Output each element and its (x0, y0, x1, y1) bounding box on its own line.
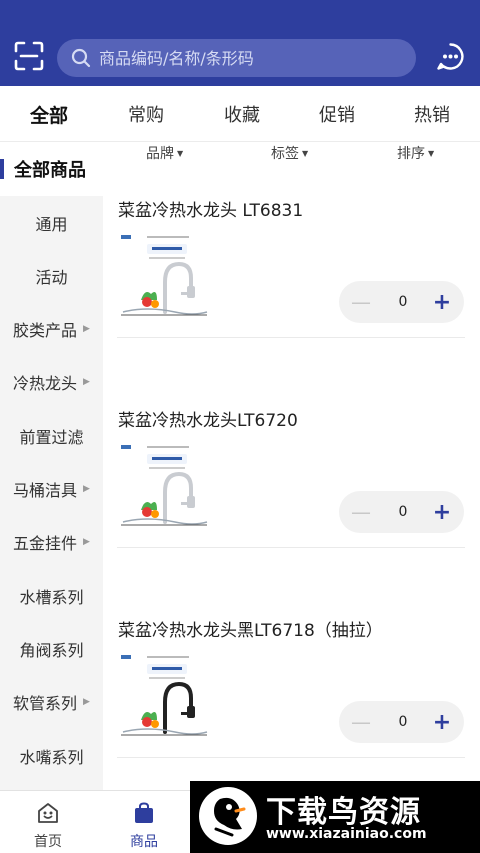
sidebar-item[interactable]: 软管系列 ▶ (0, 676, 103, 729)
sidebar-item[interactable]: 前置过滤 (0, 409, 103, 462)
chevron-right-icon: ▶ (83, 324, 90, 335)
search-icon (71, 48, 91, 68)
quantity-stepper: —0 + (339, 701, 464, 743)
sidebar-item-label: 活动 (35, 267, 68, 287)
quantity-value[interactable]: 0 (383, 281, 423, 323)
watermark-url: www.xiazainiao.com (266, 826, 427, 842)
bird-logo-icon (199, 787, 257, 845)
sidebar-title: 全部商品 (14, 160, 86, 181)
sidebar-item-label: 通用 (35, 214, 68, 234)
quantity-value[interactable]: 0 (383, 701, 423, 743)
caret-down-icon: ▼ (428, 149, 435, 158)
caret-down-icon: ▼ (302, 149, 309, 158)
sidebar-item[interactable]: 角阀系列 (0, 622, 103, 675)
increase-button[interactable]: + (430, 281, 454, 323)
increase-button[interactable]: + (430, 491, 454, 533)
bag-icon (135, 802, 153, 823)
sidebar-item-label: 冷热龙头 (13, 374, 78, 394)
active-indicator (0, 159, 4, 179)
sidebar-item-label: 水槽系列 (19, 587, 84, 607)
sidebar-item-label: 五金挂件 (13, 534, 78, 554)
sidebar-item-label: 角阀系列 (19, 640, 84, 660)
product-card[interactable]: 菜盆冷热水龙头 LT6831 —0 + (117, 196, 465, 338)
quantity-value[interactable]: 0 (383, 491, 423, 533)
sidebar-item-label: 胶类产品 (13, 321, 78, 341)
sidebar-item[interactable]: 通用 (0, 196, 103, 249)
tab-all[interactable]: 全部 (1, 86, 97, 142)
category-tabs: 全部 常购 收藏 促销 热销 (0, 86, 480, 142)
nav-home[interactable]: 首页 (0, 791, 96, 853)
message-icon[interactable] (436, 42, 465, 71)
quantity-stepper: —0 + (339, 491, 464, 533)
chevron-right-icon: ▶ (83, 697, 90, 708)
sidebar-item[interactable]: 马桶洁具 ▶ (0, 463, 103, 516)
product-image[interactable] (117, 230, 209, 322)
product-card[interactable]: 菜盆冷热水龙头黑LT6718（抽拉） —0 + (117, 616, 465, 758)
sort-filter-label: 排序 (397, 146, 425, 162)
tag-filter[interactable]: 标签 ▼ (271, 143, 308, 163)
chevron-right-icon: ▶ (83, 537, 90, 548)
scan-icon[interactable] (14, 41, 44, 71)
tab-favorites[interactable]: 收藏 (194, 86, 290, 142)
nav-products[interactable]: 商品 (96, 791, 192, 853)
search-input[interactable] (99, 48, 399, 68)
sidebar-item[interactable]: 五金挂件 ▶ (0, 516, 103, 569)
home-icon (38, 803, 58, 823)
sidebar-item[interactable]: 胶类产品 ▶ (0, 303, 103, 356)
caret-down-icon: ▼ (177, 149, 184, 158)
product-name: 菜盆冷热水龙头 LT6831 (118, 201, 304, 221)
tag-filter-label: 标签 (271, 146, 299, 162)
product-card[interactable]: 菜盆冷热水龙头LT6720 —0 + (117, 406, 465, 548)
tab-promotion[interactable]: 促销 (289, 86, 385, 142)
sidebar-item[interactable]: 水槽系列 (0, 569, 103, 622)
sidebar-item-all-products[interactable]: 全部商品 (0, 142, 103, 196)
tab-frequent[interactable]: 常购 (98, 86, 194, 142)
watermark-banner: 下载鸟资源 www.xiazainiao.com (190, 781, 480, 853)
sidebar-item[interactable]: 活动 (0, 249, 103, 302)
sidebar-item-label: 软管系列 (13, 694, 78, 714)
sort-filter[interactable]: 排序 ▼ (397, 143, 434, 163)
sidebar-item-label: 水嘴系列 (19, 747, 84, 767)
quantity-stepper: —0 + (339, 281, 464, 323)
sidebar-item-label: 前置过滤 (19, 427, 84, 447)
sidebar-item[interactable]: 水嘴系列 (0, 729, 103, 782)
product-image[interactable] (117, 650, 209, 742)
category-sidebar: 全部商品 通用活动胶类产品 ▶ 冷热龙头 ▶ 前置过滤马桶洁具 ▶ 五金挂件 ▶ 水槽系列角阀系… (0, 142, 103, 790)
sidebar-item[interactable]: 冷热龙头 ▶ (0, 356, 103, 409)
nav-products-label: 商品 (130, 834, 158, 850)
chevron-right-icon: ▶ (83, 484, 90, 494)
chevron-right-icon: ▶ (83, 377, 90, 388)
decrease-button[interactable]: — (349, 701, 373, 743)
watermark-title: 下载鸟资源 (266, 795, 421, 830)
tab-hot-sale[interactable]: 热销 (384, 86, 480, 142)
product-name: 菜盆冷热水龙头黑LT6718（抽拉） (118, 621, 383, 641)
sidebar-item-label: 马桶洁具 (13, 481, 78, 500)
decrease-button[interactable]: — (349, 491, 373, 533)
filter-bar: 品牌 ▼ 标签 ▼ 排序 ▼ (103, 142, 480, 164)
product-image[interactable] (117, 440, 209, 532)
app-header (0, 0, 480, 86)
increase-button[interactable]: + (430, 701, 454, 743)
product-name: 菜盆冷热水龙头LT6720 (118, 411, 298, 431)
nav-home-label: 首页 (34, 834, 62, 850)
decrease-button[interactable]: — (349, 281, 373, 323)
search-bar[interactable] (57, 39, 416, 77)
brand-filter[interactable]: 品牌 ▼ (146, 143, 183, 163)
brand-filter-label: 品牌 (146, 146, 174, 162)
